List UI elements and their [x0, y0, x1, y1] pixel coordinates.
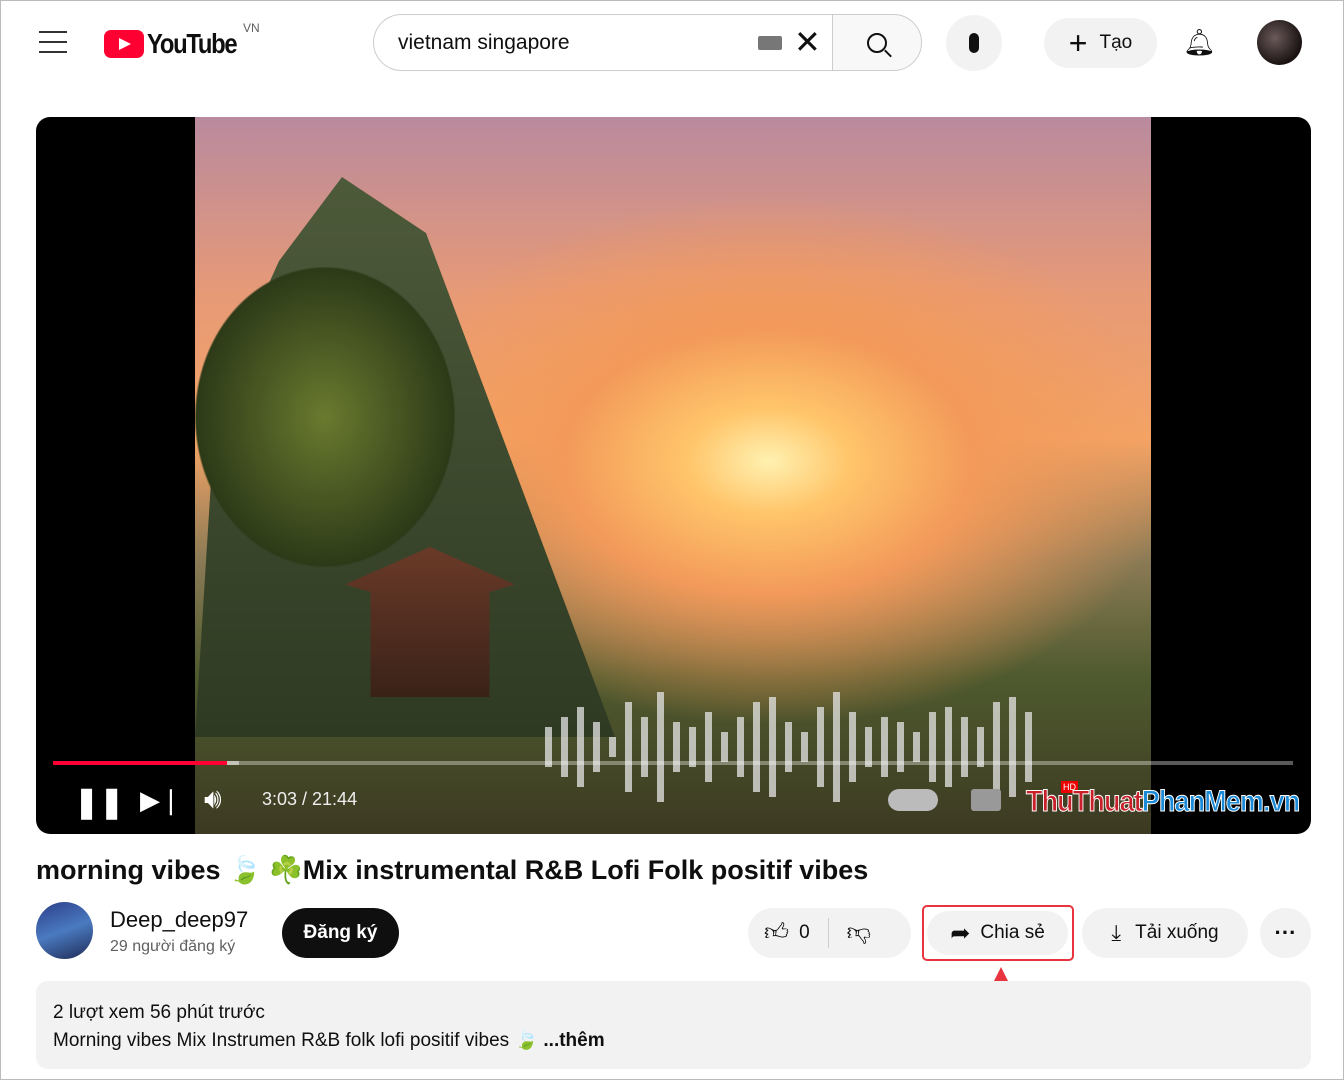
description-text: Morning vibes Mix Instrumen R&B folk lof… — [53, 1030, 544, 1051]
video-player[interactable]: ❚❚ ▶❘ 🔊︎ 3:03 / 21:44 HD ThuThuatPhanMem… — [36, 117, 1311, 834]
subtitles-icon[interactable] — [971, 789, 1001, 811]
dislike-icon[interactable]: 👎︎ — [847, 919, 871, 947]
channel-avatar[interactable] — [36, 902, 93, 959]
autoplay-toggle[interactable] — [888, 789, 938, 811]
visualizer-bar — [753, 702, 760, 792]
youtube-logo[interactable]: YouTube — [104, 28, 252, 60]
visualizer-bar — [881, 717, 888, 777]
download-icon: ⤓ — [1111, 920, 1122, 945]
visualizer-bar — [945, 707, 952, 787]
visualizer-bar — [929, 712, 936, 782]
avatar[interactable] — [1257, 20, 1302, 65]
view-meta: 2 lượt xem 56 phút trước — [53, 1002, 265, 1023]
like-dislike-group: 👍︎ 0 👎︎ — [748, 908, 911, 958]
visualizer-bar — [769, 697, 776, 797]
like-icon[interactable]: 👍︎ — [764, 919, 789, 947]
visualizer-bar — [833, 692, 840, 802]
watermark: ThuThuatPhanMem.vn — [1026, 785, 1301, 819]
clear-icon[interactable]: ✕ — [794, 26, 821, 58]
visualizer-bar — [657, 692, 664, 802]
search-icon — [867, 32, 887, 53]
divider — [827, 918, 829, 948]
like-count[interactable]: 0 — [799, 922, 810, 944]
visualizer-bar — [609, 737, 616, 757]
visualizer-bar — [993, 702, 1000, 792]
subscriber-count: 29 người đăng ký — [110, 938, 236, 955]
visualizer-bar — [1009, 697, 1016, 797]
time-display: 3:03 / 21:44 — [262, 789, 358, 809]
microphone-icon — [969, 33, 979, 53]
channel-name[interactable]: Deep_deep97 — [110, 907, 248, 933]
youtube-play-icon — [104, 30, 144, 58]
show-more-link[interactable]: ...thêm — [543, 1030, 604, 1051]
visualizer-bar — [817, 707, 824, 787]
audio-visualizer — [545, 687, 1032, 807]
menu-icon[interactable] — [39, 31, 67, 53]
subscribe-button[interactable]: Đăng ký — [282, 908, 399, 958]
visualizer-bar — [801, 732, 808, 762]
region-code: VN — [243, 21, 260, 35]
keyboard-icon[interactable] — [758, 36, 782, 50]
bell-icon[interactable]: 🔔︎ — [1183, 27, 1216, 58]
more-actions-button[interactable]: ··· — [1260, 908, 1311, 958]
create-button[interactable]: + Tạo — [1044, 18, 1157, 68]
share-icon: ➦ — [950, 919, 971, 947]
visualizer-bar — [737, 717, 744, 777]
search-button[interactable] — [832, 14, 922, 71]
video-title: morning vibes 🍃 ☘️Mix instrumental R&B L… — [36, 855, 869, 885]
next-icon[interactable]: ▶❘ — [140, 785, 182, 816]
visualizer-bar — [961, 717, 968, 777]
visualizer-bar — [913, 732, 920, 762]
volume-icon[interactable]: 🔊︎ — [204, 783, 222, 816]
visualizer-bar — [577, 707, 584, 787]
visualizer-bar — [625, 702, 632, 792]
video-frame — [195, 117, 1151, 834]
visualizer-bar — [641, 717, 648, 777]
visualizer-bar — [1025, 712, 1032, 782]
visualizer-bar — [561, 717, 568, 777]
share-button[interactable]: ➦ Chia sẻ — [927, 911, 1068, 955]
voice-search-button[interactable] — [946, 15, 1002, 71]
visualizer-bar — [849, 712, 856, 782]
plus-icon: + — [1068, 24, 1088, 61]
progress-bar[interactable] — [53, 761, 1293, 765]
visualizer-bar — [705, 712, 712, 782]
pause-icon[interactable]: ❚❚ — [74, 785, 124, 820]
download-button[interactable]: ⤓ Tải xuống — [1082, 908, 1248, 958]
visualizer-bar — [721, 732, 728, 762]
description-box[interactable]: 2 lượt xem 56 phút trước Morning vibes M… — [36, 981, 1311, 1069]
